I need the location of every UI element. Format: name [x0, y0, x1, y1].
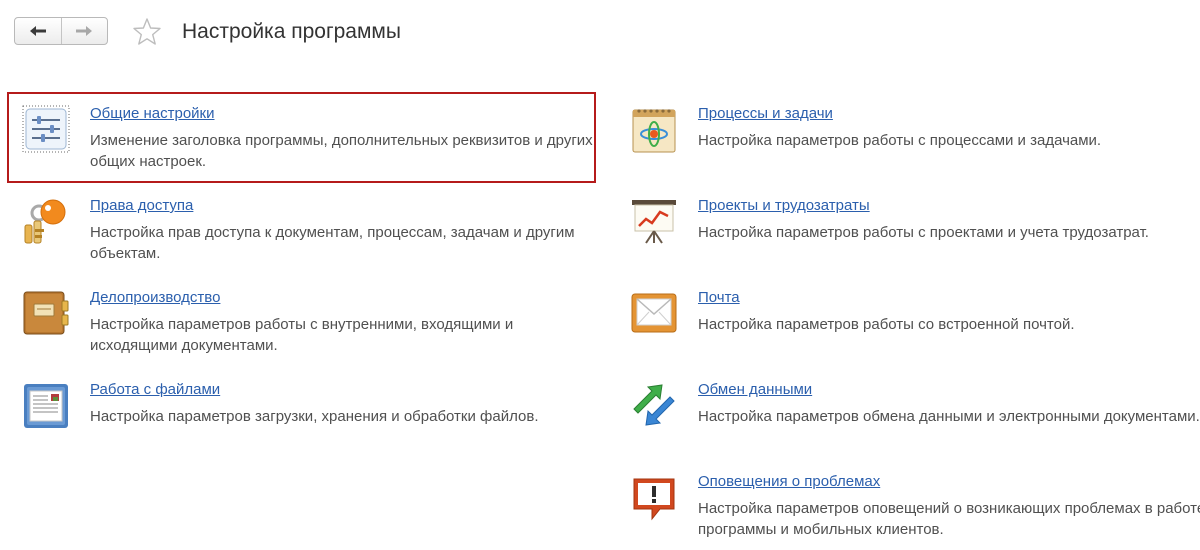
record-keeping-link[interactable]: Делопроизводство	[90, 289, 220, 306]
general-settings-link[interactable]: Общие настройки	[90, 105, 215, 122]
forward-button[interactable]	[60, 18, 108, 44]
mail-description: Настройка параметров работы со встроенно…	[698, 316, 1075, 333]
data-exchange-description: Настройка параметров обмена данными и эл…	[698, 408, 1200, 425]
folder-book-icon	[23, 291, 69, 335]
access-rights-link[interactable]: Права доступа	[90, 197, 193, 214]
back-button[interactable]	[15, 18, 61, 44]
projects-description: Настройка параметров работы с проектами …	[698, 224, 1149, 241]
projects-link[interactable]: Проекты и трудозатраты	[698, 197, 870, 214]
processes-description: Настройка параметров работы с процессами…	[698, 132, 1102, 149]
exchange-arrows-icon	[633, 384, 675, 426]
files-link[interactable]: Работа с файлами	[90, 381, 220, 398]
access-rights-description: Настройка прав доступа к документам, про…	[90, 224, 575, 262]
processes-link[interactable]: Процессы и задачи	[698, 105, 833, 122]
presentation-board-icon	[632, 200, 676, 244]
document-file-icon	[24, 384, 68, 428]
mail-link[interactable]: Почта	[698, 289, 740, 306]
navigation-buttons	[14, 17, 108, 45]
record-keeping-description: Настройка параметров работы с внутренним…	[90, 316, 514, 354]
alert-bubble-icon	[633, 478, 675, 521]
problem-alerts-link[interactable]: Оповещения о проблемах	[698, 473, 880, 490]
page-title: Настройка программы	[182, 20, 401, 43]
problem-alerts-description: Настройка параметров оповещений о возник…	[698, 500, 1200, 538]
arrow-right-icon	[76, 26, 93, 36]
star-outline-icon[interactable]	[132, 17, 162, 47]
process-notepad-icon	[632, 109, 676, 153]
sliders-settings-icon	[22, 105, 70, 153]
envelope-icon	[631, 293, 677, 333]
data-exchange-link[interactable]: Обмен данными	[698, 381, 812, 398]
key-icon	[24, 199, 66, 244]
general-settings-description: Изменение заголовка программы, дополните…	[90, 132, 593, 170]
arrow-left-icon	[29, 26, 46, 36]
files-description: Настройка параметров загрузки, хранения …	[90, 408, 539, 425]
